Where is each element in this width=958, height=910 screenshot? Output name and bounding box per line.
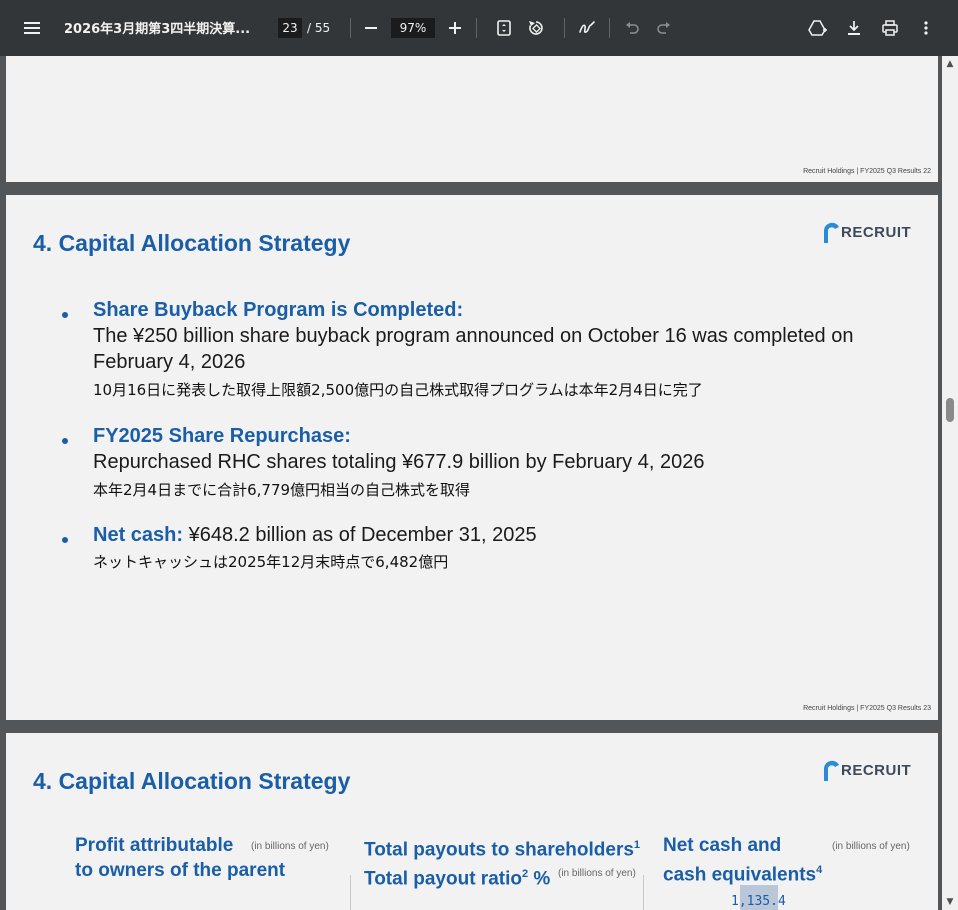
pdf-page-24: 4. Capital Allocation Strategy RECRUIT P… [6,733,938,910]
zoom-level-input[interactable]: 97% [391,18,435,38]
bullet-japanese-text: 10月16日に発表した取得上限額2,500億円の自己株式取得プログラムは本年2月… [93,381,703,399]
bullet-text: Repurchased RHC shares totaling ¥677.9 b… [93,451,705,473]
bullet-japanese-text: 本年2月4日までに合計6,779億円相当の自己株式を取得 [93,481,471,499]
vertical-scrollbar[interactable] [942,56,958,910]
annotate-icon[interactable] [577,18,597,38]
recruit-logo-mark-icon [824,760,839,781]
toolbar-divider [609,18,610,38]
footnote-marker: 1 [633,839,641,851]
recruit-logo: RECRUIT [822,221,911,243]
bullet-text: February 4, 2026 [93,351,246,373]
more-options-icon[interactable] [916,18,936,38]
footnote-marker: 4 [816,864,823,876]
column-heading-line: Net cash and [663,835,782,856]
bullet-icon [62,438,68,444]
pdf-page-23: 4. Capital Allocation Strategy RECRUIT S… [6,195,938,720]
print-icon[interactable] [880,18,900,38]
bullet-heading: FY2025 Share Repurchase: [93,425,351,447]
scroll-down-arrow-icon[interactable]: ▼ [942,894,958,910]
pdf-toolbar: 2026年3月期第3四半期決算... 23 / 55 97% [0,0,958,56]
pdf-page-22: Recruit Holdings | FY2025 Q3 Results 22 [6,56,938,182]
column-unit-label: (in billions of yen) [558,868,636,879]
bullet-heading: Share Buyback Program is Completed: [93,299,464,321]
column-heading-line: to owners of the parent [75,860,286,881]
document-title: 2026年3月期第3四半期決算... [64,22,251,37]
scrollbar-thumb[interactable] [946,398,954,422]
fit-page-icon[interactable] [494,18,514,38]
column-heading-suffix: % [528,868,551,890]
column-heading-line: Total payout ratio [364,868,522,890]
toolbar-divider [564,18,565,38]
recruit-logo-mark-icon [824,222,839,243]
toolbar-divider [476,18,477,38]
column-heading-payouts: Total payouts to shareholders1 Total pay… [364,833,640,892]
chart-value-label: 1,135.4 [731,894,786,909]
recruit-logo: RECRUIT [822,759,911,781]
zoom-out-icon[interactable] [361,18,381,38]
page-number-input[interactable]: 23 [278,18,302,38]
page-footer: Recruit Holdings | FY2025 Q3 Results 23 [803,705,931,712]
bullet-text: The ¥250 billion share buyback program a… [93,325,854,347]
bullet-line: Net cash: ¥648.2 billion as of December … [93,524,537,547]
slide-title: 4. Capital Allocation Strategy [33,230,351,256]
toolbar-divider [350,18,351,38]
column-heading-line: cash equivalents [663,864,817,886]
column-divider [350,875,351,910]
hamburger-menu-icon[interactable] [22,18,42,38]
column-divider [643,875,644,910]
page-total-label: / 55 [307,21,331,35]
redo-icon[interactable] [654,18,674,38]
scroll-up-arrow-icon[interactable]: ▲ [942,56,958,72]
column-unit-label: (in billions of yen) [832,841,910,852]
slide-title: 4. Capital Allocation Strategy [33,768,351,794]
bullet-japanese-text: ネットキャッシュは2025年12月末時点で6,482億円 [93,553,449,571]
bullet-icon [62,537,68,543]
column-heading-line: Total payouts to shareholders [364,839,634,861]
bullet-heading: Net cash: [93,524,184,546]
download-icon[interactable] [844,18,864,38]
undo-icon[interactable] [622,18,642,38]
bullet-text: ¥648.2 billion as of December 31, 2025 [188,524,537,546]
column-unit-label: (in billions of yen) [251,841,329,852]
bullet-icon [62,312,68,318]
logo-text: RECRUIT [841,223,912,241]
column-heading-net-cash: Net cash and cash equivalents4 [663,833,822,887]
page-footer: Recruit Holdings | FY2025 Q3 Results 22 [803,168,931,175]
rotate-icon[interactable] [526,18,546,38]
save-to-drive-icon[interactable] [808,18,828,38]
logo-text: RECRUIT [841,761,912,779]
zoom-in-icon[interactable] [445,18,465,38]
